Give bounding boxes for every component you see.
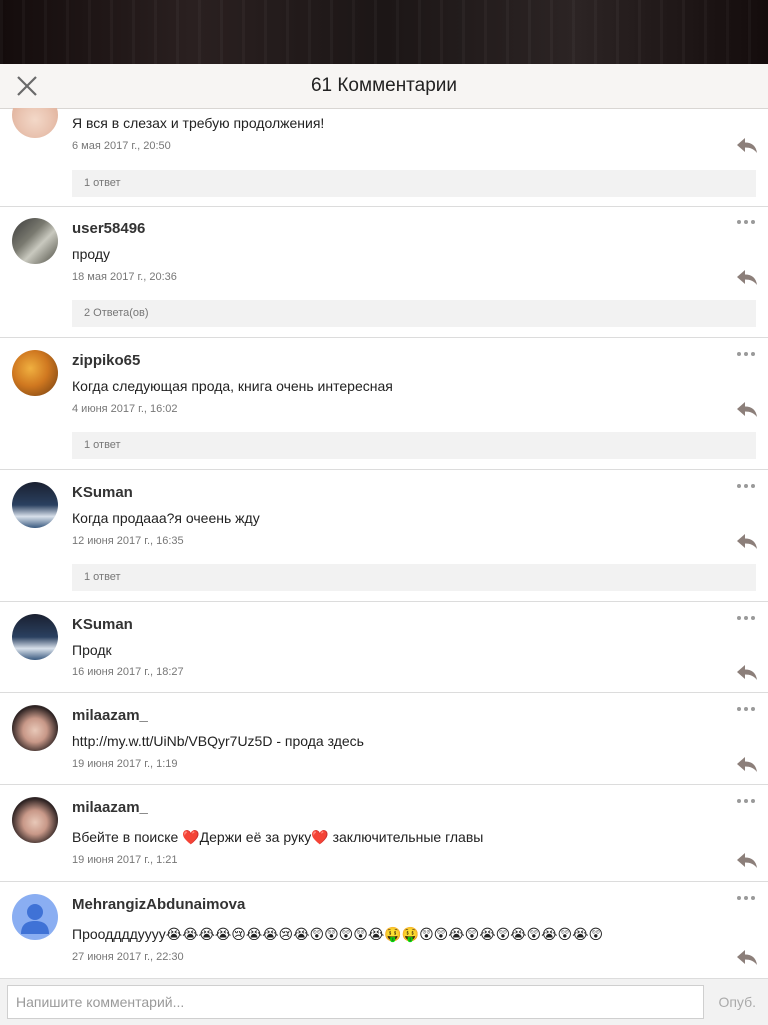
reply-icon	[737, 270, 757, 285]
comment-text: проду	[72, 246, 111, 262]
comment-item: user58496 проду 18 мая 2017 г., 20:36 2 …	[0, 206, 768, 338]
comment-date: 4 июня 2017 г., 16:02	[72, 403, 178, 415]
comment-text[interactable]: http://my.w.tt/UiNb/VBQyr7Uz5D - прода з…	[72, 733, 364, 749]
default-user-icon	[21, 904, 49, 934]
comment-date: 18 мая 2017 г., 20:36	[72, 271, 177, 283]
comment-username[interactable]: zippiko65	[72, 352, 140, 369]
comment-item: KSuman Продк 16 июня 2017 г., 18:27	[0, 602, 768, 693]
more-icon	[737, 220, 755, 224]
more-options-button[interactable]	[736, 346, 756, 362]
more-options-button[interactable]	[736, 478, 756, 494]
comment-username[interactable]: user58496	[72, 220, 145, 237]
avatar[interactable]	[12, 894, 58, 940]
avatar[interactable]	[12, 108, 58, 138]
replies-toggle[interactable]: 2 Ответа(ов)	[72, 300, 756, 327]
comment-date: 6 мая 2017 г., 20:50	[72, 140, 171, 152]
comment-item: KSuman Когда продааа?я очеень жду 12 июн…	[0, 470, 768, 602]
more-options-button[interactable]	[736, 890, 756, 906]
comment-item: zippiko65 Когда следующая прода, книга о…	[0, 338, 768, 470]
reply-icon	[737, 534, 757, 549]
reply-icon	[737, 402, 757, 417]
more-icon	[737, 707, 755, 711]
avatar[interactable]	[12, 350, 58, 396]
text-part: заключительные главы	[328, 829, 484, 845]
reply-icon	[737, 665, 757, 680]
more-options-button[interactable]	[736, 610, 756, 626]
comment-date: 12 июня 2017 г., 16:35	[72, 535, 184, 547]
comment-date: 27 июня 2017 г., 22:30	[72, 951, 184, 963]
more-icon	[737, 896, 755, 900]
more-icon	[737, 484, 755, 488]
avatar[interactable]	[12, 705, 58, 751]
comment-input[interactable]	[7, 985, 704, 1019]
comment-date: 19 июня 2017 г., 1:19	[72, 758, 178, 770]
replies-toggle[interactable]: 1 ответ	[72, 170, 756, 197]
publish-button[interactable]: Опуб.	[718, 979, 756, 1025]
avatar[interactable]	[12, 218, 58, 264]
comment-username[interactable]: milaazam_	[72, 799, 148, 816]
comment-text: Вбейте в поиске ❤️Держи её за руку❤️ зак…	[72, 829, 483, 846]
avatar[interactable]	[12, 614, 58, 660]
comment-date: 19 июня 2017 г., 1:21	[72, 854, 178, 866]
comment-username[interactable]: KSuman	[72, 616, 133, 633]
comment-text: Продк	[72, 642, 112, 658]
reply-icon	[737, 757, 757, 772]
avatar[interactable]	[12, 797, 58, 843]
reply-button[interactable]	[736, 663, 758, 681]
comment-item: milaazam_ http://my.w.tt/UiNb/VBQyr7Uz5D…	[0, 693, 768, 785]
comment-text: Когда следующая прода, книга очень интер…	[72, 378, 393, 394]
comments-list[interactable]: Я вся в слезах и требую продолжения! 6 м…	[0, 108, 768, 978]
reply-button[interactable]	[736, 532, 758, 550]
reply-button[interactable]	[736, 948, 758, 966]
reply-button[interactable]	[736, 268, 758, 286]
page-title: 61 Комментарии	[310, 75, 458, 96]
comment-username[interactable]: MehrangizAbdunaimova	[72, 896, 245, 913]
comment-username[interactable]: milaazam_	[72, 707, 148, 724]
more-icon	[737, 799, 755, 803]
comment-username[interactable]: KSuman	[72, 484, 133, 501]
more-options-button[interactable]	[736, 701, 756, 717]
reply-button[interactable]	[736, 136, 758, 154]
comment-item: Я вся в слезах и требую продолжения! 6 м…	[0, 108, 768, 207]
comment-item: MehrangizAbdunaimova Прооддддуууу😭😭😭😭😢😭😭…	[0, 882, 768, 978]
replies-toggle[interactable]: 1 ответ	[72, 564, 756, 591]
story-cover-backdrop	[0, 0, 768, 64]
reply-icon	[737, 138, 757, 153]
more-options-button[interactable]	[736, 793, 756, 809]
more-options-button[interactable]	[736, 214, 756, 230]
text-part: Держи её за руку	[199, 829, 312, 845]
comment-text: Прооддддуууу😭😭😭😭😢😭😭😢😭😲😲😲😲😭🤑🤑😲😲😭😲😭😲😭😲😭😲😭😲	[72, 926, 604, 942]
comments-header: 61 Комментарии	[0, 64, 768, 109]
more-icon	[737, 352, 755, 356]
text-part: Вбейте в поиске	[72, 829, 183, 845]
comment-composer: Опуб.	[0, 978, 768, 1025]
reply-button[interactable]	[736, 755, 758, 773]
reply-icon	[737, 853, 757, 868]
comment-date: 16 июня 2017 г., 18:27	[72, 666, 184, 678]
more-icon	[737, 616, 755, 620]
comment-text: Я вся в слезах и требую продолжения!	[72, 115, 325, 131]
heart-emoji: ❤️	[182, 829, 200, 845]
reply-icon	[737, 950, 757, 965]
comment-item: milaazam_ Вбейте в поиске ❤️Держи её за …	[0, 785, 768, 882]
reply-button[interactable]	[736, 400, 758, 418]
avatar[interactable]	[12, 482, 58, 528]
replies-toggle[interactable]: 1 ответ	[72, 432, 756, 459]
comment-text: Когда продааа?я очеень жду	[72, 510, 260, 526]
reply-button[interactable]	[736, 851, 758, 869]
heart-emoji: ❤️	[311, 829, 329, 845]
